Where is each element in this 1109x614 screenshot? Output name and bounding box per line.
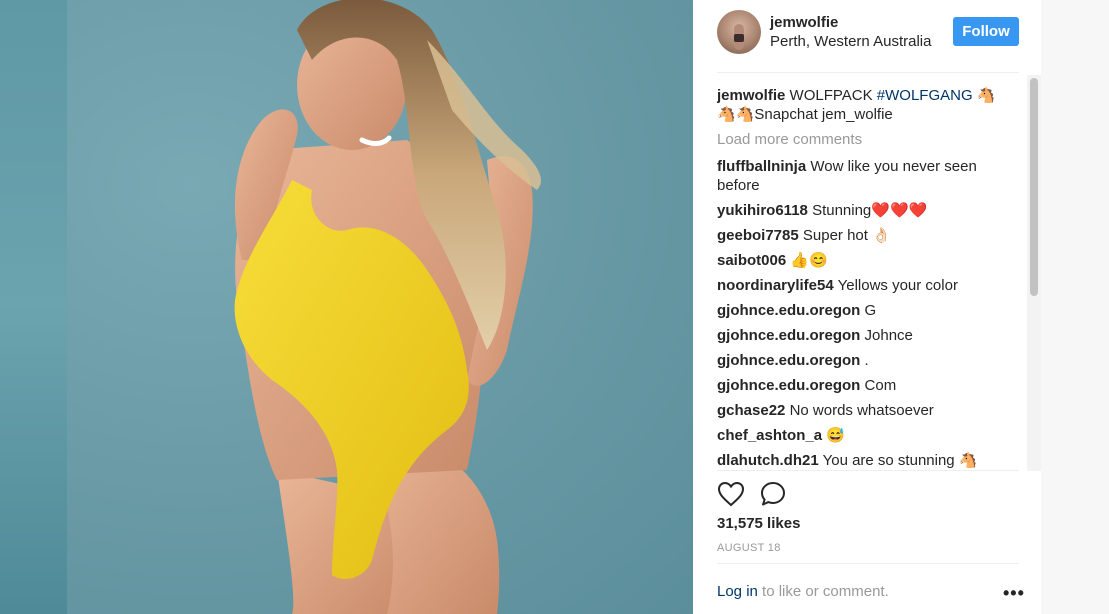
avatar-suit [734,34,744,42]
comment-text: Super hot 👌🏻 [802,227,891,244]
comment-item: gjohnce.edu.oregon . [717,351,1007,370]
comment-icon[interactable] [760,481,786,507]
comment-username[interactable]: gchase22 [717,402,785,419]
comment-text: Com [864,377,897,394]
login-prompt-text: to like or comment. [757,583,889,600]
photo-illustration [234,0,542,614]
comment-username[interactable]: noordinarylife54 [717,277,834,294]
modal-backdrop-right[interactable] [1041,0,1109,614]
post-header: jemwolfie Perth, Western Australia Follo… [693,0,1041,72]
comment-text: Stunning❤️❤️❤️ [812,202,928,219]
follow-button[interactable]: Follow [953,17,1019,46]
comment-item: dlahutch.dh21 You are so stunning 🐴 [717,451,1007,470]
likes-count[interactable]: 31,575 likes [717,515,800,532]
comment-item: yukihiro6118 Stunning❤️❤️❤️ [717,201,1007,220]
comment-text: 😅 [826,427,845,444]
caption-text: WOLFPACK [789,87,873,104]
comment-item: saibot006 👍😊 [717,251,1007,270]
location-link[interactable]: Perth, Western Australia [770,33,931,50]
comment-username[interactable]: fluffballninja [717,158,806,175]
horse-emoji: 🐴🐴 [717,106,755,123]
comments-list[interactable]: jemwolfie WOLFPACK #WOLFGANG 🐴 🐴🐴Snapcha… [717,86,1007,470]
caption-hashtag[interactable]: #WOLFGANG [877,87,973,104]
comment-item: gchase22 No words whatsoever [717,401,1007,420]
comment-username[interactable]: geeboi7785 [717,227,799,244]
comment-item: fluffballninja Wow like you never seen b… [717,157,1007,195]
comment-username[interactable]: gjohnce.edu.oregon [717,327,860,344]
comment-item: geeboi7785 Super hot 👌🏻 [717,226,1007,245]
comment-username[interactable]: gjohnce.edu.oregon [717,377,860,394]
caption: jemwolfie WOLFPACK #WOLFGANG 🐴 🐴🐴Snapcha… [717,86,1007,124]
comment-text: You are so stunning 🐴 [822,452,978,469]
comment-text: 👍😊 [790,252,828,269]
actions-divider [717,470,1019,471]
comment-username[interactable]: saibot006 [717,252,786,269]
horse-emoji: 🐴 [976,87,996,104]
comment-text: Yellows your color [837,277,958,294]
username-link[interactable]: jemwolfie [770,14,838,31]
modal-backdrop-left[interactable] [0,0,67,614]
comment-text: No words whatsoever [789,402,934,419]
comment-item: gjohnce.edu.oregon Johnce [717,326,1007,345]
comment-username[interactable]: dlahutch.dh21 [717,452,819,469]
load-more-comments-button[interactable]: Load more comments [717,130,1007,149]
comment-text: . [864,352,869,369]
comment-username[interactable]: gjohnce.edu.oregon [717,352,860,369]
comment-username[interactable]: chef_ashton_a [717,427,822,444]
heart-icon[interactable] [717,481,745,507]
comment-username[interactable]: yukihiro6118 [717,202,808,219]
caption-username[interactable]: jemwolfie [717,87,785,104]
avatar[interactable] [717,10,761,54]
comment-item: gjohnce.edu.oregon G [717,301,1007,320]
post-photo[interactable] [67,0,693,614]
comment-username[interactable]: gjohnce.edu.oregon [717,302,860,319]
header-divider [717,72,1019,73]
comment-item: noordinarylife54 Yellows your color [717,276,1007,295]
comment-text: Johnce [864,327,913,344]
post-date[interactable]: AUGUST 18 [717,542,781,554]
caption-snapchat: Snapchat jem_wolfie [754,106,893,123]
footer-divider [717,563,1019,564]
login-prompt: Log in to like or comment. [717,583,889,600]
comment-item: chef_ashton_a 😅 [717,426,1007,445]
comment-item: gjohnce.edu.oregon Com [717,376,1007,395]
login-link[interactable]: Log in [717,583,758,600]
comment-text: G [864,302,877,319]
post-side-panel: jemwolfie Perth, Western Australia Follo… [693,0,1041,614]
more-options-icon[interactable]: ••• [1003,583,1025,604]
comments-scrollbar-thumb[interactable] [1030,78,1038,296]
